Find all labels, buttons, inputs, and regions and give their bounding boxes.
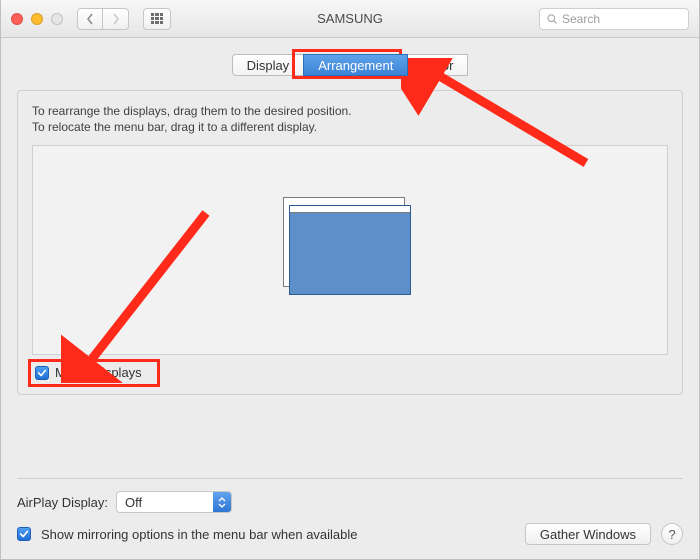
titlebar: SAMSUNG: [1, 0, 699, 38]
instruction-line-2: To relocate the menu bar, drag it to a d…: [32, 119, 668, 135]
last-row: Show mirroring options in the menu bar w…: [17, 523, 683, 545]
tab-color[interactable]: Color: [407, 54, 468, 76]
search-icon: [546, 13, 558, 25]
minimize-button[interactable]: [31, 13, 43, 25]
mirror-displays-checkbox[interactable]: [35, 366, 49, 380]
airplay-label: AirPlay Display:: [17, 495, 108, 510]
mirror-displays-row: Mirror Displays: [32, 363, 145, 382]
tabs-row: Display Arrangement Color: [17, 54, 683, 76]
traffic-lights: [11, 13, 63, 25]
mirror-displays-label: Mirror Displays: [55, 365, 142, 380]
chevron-updown-icon: [213, 492, 231, 512]
bottom-section: AirPlay Display: Off Show mirroring opti…: [17, 466, 683, 545]
search-field[interactable]: [539, 8, 689, 30]
arrangement-panel: To rearrange the displays, drag them to …: [17, 90, 683, 395]
arrangement-canvas[interactable]: [32, 145, 668, 355]
nav-buttons: [77, 8, 129, 30]
airplay-select[interactable]: Off: [116, 491, 232, 513]
display-stack[interactable]: [289, 205, 411, 295]
check-icon: [37, 368, 47, 378]
tab-segment: Display Arrangement Color: [232, 54, 469, 76]
gather-windows-button[interactable]: Gather Windows: [525, 523, 651, 545]
search-input[interactable]: [562, 12, 682, 26]
airplay-row: AirPlay Display: Off: [17, 491, 683, 513]
instruction-line-1: To rearrange the displays, drag them to …: [32, 103, 668, 119]
show-all-button[interactable]: [143, 8, 171, 30]
airplay-select-value: Off: [117, 495, 213, 510]
tab-display[interactable]: Display: [232, 54, 305, 76]
forward-button[interactable]: [103, 8, 129, 30]
show-mirroring-checkbox[interactable]: [17, 527, 31, 541]
close-button[interactable]: [11, 13, 23, 25]
menu-bar-strip[interactable]: [290, 206, 410, 213]
back-button[interactable]: [77, 8, 103, 30]
tab-arrangement[interactable]: Arrangement: [303, 54, 408, 76]
zoom-button[interactable]: [51, 13, 63, 25]
help-button[interactable]: ?: [661, 523, 683, 545]
check-icon: [19, 529, 29, 539]
content-area: Display Arrangement Color To rearrange t…: [1, 38, 699, 559]
displays-preferences-window: SAMSUNG Display Arrangement Color To rea…: [0, 0, 700, 560]
grid-icon: [151, 13, 163, 25]
separator: [17, 478, 683, 479]
show-mirroring-label: Show mirroring options in the menu bar w…: [41, 527, 515, 542]
primary-display[interactable]: [289, 205, 411, 295]
